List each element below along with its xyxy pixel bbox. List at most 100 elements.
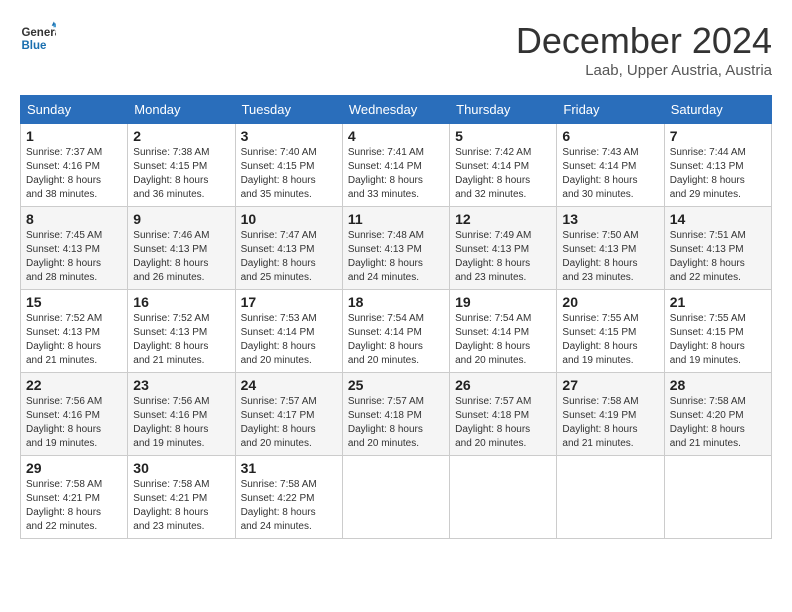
calendar-cell [450,456,557,539]
day-info: Sunrise: 7:48 AM Sunset: 4:13 PM Dayligh… [348,229,444,285]
daylight-label: Daylight: 8 hours and 23 minutes. [455,258,530,283]
day-info: Sunrise: 7:53 AM Sunset: 4:14 PM Dayligh… [241,312,337,368]
week-row-4: 22 Sunrise: 7:56 AM Sunset: 4:16 PM Dayl… [21,373,772,456]
day-info: Sunrise: 7:44 AM Sunset: 4:13 PM Dayligh… [670,146,766,202]
page-header: General Blue December 2024 Laab, Upper A… [20,20,772,79]
calendar-cell: 17 Sunrise: 7:53 AM Sunset: 4:14 PM Dayl… [235,290,342,373]
day-number: 13 [562,211,658,227]
calendar-cell: 2 Sunrise: 7:38 AM Sunset: 4:15 PM Dayli… [128,124,235,207]
day-info: Sunrise: 7:58 AM Sunset: 4:21 PM Dayligh… [133,478,229,534]
calendar-cell: 31 Sunrise: 7:58 AM Sunset: 4:22 PM Dayl… [235,456,342,539]
sunrise-label: Sunrise: 7:52 AM [133,313,209,324]
sunrise-label: Sunrise: 7:58 AM [133,479,209,490]
sunset-label: Sunset: 4:17 PM [241,410,315,421]
calendar-cell: 16 Sunrise: 7:52 AM Sunset: 4:13 PM Dayl… [128,290,235,373]
day-info: Sunrise: 7:41 AM Sunset: 4:14 PM Dayligh… [348,146,444,202]
day-info: Sunrise: 7:57 AM Sunset: 4:17 PM Dayligh… [241,395,337,451]
calendar-cell: 21 Sunrise: 7:55 AM Sunset: 4:15 PM Dayl… [664,290,771,373]
calendar-cell: 28 Sunrise: 7:58 AM Sunset: 4:20 PM Dayl… [664,373,771,456]
daylight-label: Daylight: 8 hours and 36 minutes. [133,175,208,200]
day-info: Sunrise: 7:57 AM Sunset: 4:18 PM Dayligh… [455,395,551,451]
sunrise-label: Sunrise: 7:41 AM [348,147,424,158]
day-number: 21 [670,294,766,310]
svg-text:Blue: Blue [21,40,47,52]
week-row-2: 8 Sunrise: 7:45 AM Sunset: 4:13 PM Dayli… [21,207,772,290]
day-number: 4 [348,128,444,144]
month-title: December 2024 [516,20,772,62]
day-number: 27 [562,377,658,393]
sunrise-label: Sunrise: 7:42 AM [455,147,531,158]
sunset-label: Sunset: 4:16 PM [26,161,100,172]
calendar-cell: 5 Sunrise: 7:42 AM Sunset: 4:14 PM Dayli… [450,124,557,207]
day-number: 12 [455,211,551,227]
calendar-cell: 3 Sunrise: 7:40 AM Sunset: 4:15 PM Dayli… [235,124,342,207]
day-number: 16 [133,294,229,310]
sunset-label: Sunset: 4:14 PM [241,327,315,338]
day-number: 19 [455,294,551,310]
sunrise-label: Sunrise: 7:46 AM [133,230,209,241]
day-number: 20 [562,294,658,310]
day-info: Sunrise: 7:50 AM Sunset: 4:13 PM Dayligh… [562,229,658,285]
day-info: Sunrise: 7:42 AM Sunset: 4:14 PM Dayligh… [455,146,551,202]
daylight-label: Daylight: 8 hours and 19 minutes. [670,341,745,366]
location-title: Laab, Upper Austria, Austria [516,62,772,79]
sunset-label: Sunset: 4:13 PM [455,244,529,255]
daylight-label: Daylight: 8 hours and 28 minutes. [26,258,101,283]
sunrise-label: Sunrise: 7:51 AM [670,230,746,241]
calendar-cell: 18 Sunrise: 7:54 AM Sunset: 4:14 PM Dayl… [342,290,449,373]
calendar-cell [557,456,664,539]
weekday-header-monday: Monday [128,96,235,124]
week-row-1: 1 Sunrise: 7:37 AM Sunset: 4:16 PM Dayli… [21,124,772,207]
day-number: 3 [241,128,337,144]
day-number: 25 [348,377,444,393]
sunrise-label: Sunrise: 7:58 AM [562,396,638,407]
sunset-label: Sunset: 4:14 PM [455,161,529,172]
sunrise-label: Sunrise: 7:58 AM [670,396,746,407]
day-number: 2 [133,128,229,144]
sunrise-label: Sunrise: 7:56 AM [26,396,102,407]
daylight-label: Daylight: 8 hours and 30 minutes. [562,175,637,200]
sunrise-label: Sunrise: 7:57 AM [348,396,424,407]
day-info: Sunrise: 7:54 AM Sunset: 4:14 PM Dayligh… [348,312,444,368]
sunrise-label: Sunrise: 7:43 AM [562,147,638,158]
calendar-cell: 27 Sunrise: 7:58 AM Sunset: 4:19 PM Dayl… [557,373,664,456]
daylight-label: Daylight: 8 hours and 24 minutes. [348,258,423,283]
weekday-header-sunday: Sunday [21,96,128,124]
day-info: Sunrise: 7:55 AM Sunset: 4:15 PM Dayligh… [670,312,766,368]
day-number: 10 [241,211,337,227]
day-number: 29 [26,460,122,476]
day-number: 28 [670,377,766,393]
sunrise-label: Sunrise: 7:58 AM [241,479,317,490]
sunset-label: Sunset: 4:14 PM [562,161,636,172]
day-info: Sunrise: 7:55 AM Sunset: 4:15 PM Dayligh… [562,312,658,368]
day-number: 18 [348,294,444,310]
sunrise-label: Sunrise: 7:47 AM [241,230,317,241]
sunrise-label: Sunrise: 7:44 AM [670,147,746,158]
day-number: 23 [133,377,229,393]
sunrise-label: Sunrise: 7:55 AM [562,313,638,324]
daylight-label: Daylight: 8 hours and 22 minutes. [26,507,101,532]
sunrise-label: Sunrise: 7:53 AM [241,313,317,324]
day-info: Sunrise: 7:58 AM Sunset: 4:22 PM Dayligh… [241,478,337,534]
calendar-cell: 4 Sunrise: 7:41 AM Sunset: 4:14 PM Dayli… [342,124,449,207]
day-info: Sunrise: 7:45 AM Sunset: 4:13 PM Dayligh… [26,229,122,285]
sunrise-label: Sunrise: 7:52 AM [26,313,102,324]
sunrise-label: Sunrise: 7:38 AM [133,147,209,158]
sunrise-label: Sunrise: 7:57 AM [455,396,531,407]
sunset-label: Sunset: 4:13 PM [670,244,744,255]
sunset-label: Sunset: 4:13 PM [133,244,207,255]
day-info: Sunrise: 7:56 AM Sunset: 4:16 PM Dayligh… [26,395,122,451]
day-info: Sunrise: 7:51 AM Sunset: 4:13 PM Dayligh… [670,229,766,285]
day-number: 11 [348,211,444,227]
day-number: 17 [241,294,337,310]
calendar-cell: 10 Sunrise: 7:47 AM Sunset: 4:13 PM Dayl… [235,207,342,290]
day-number: 6 [562,128,658,144]
daylight-label: Daylight: 8 hours and 29 minutes. [670,175,745,200]
svg-text:General: General [21,27,56,39]
calendar-cell: 1 Sunrise: 7:37 AM Sunset: 4:16 PM Dayli… [21,124,128,207]
day-number: 9 [133,211,229,227]
title-block: December 2024 Laab, Upper Austria, Austr… [516,20,772,79]
daylight-label: Daylight: 8 hours and 24 minutes. [241,507,316,532]
daylight-label: Daylight: 8 hours and 20 minutes. [241,341,316,366]
daylight-label: Daylight: 8 hours and 20 minutes. [241,424,316,449]
